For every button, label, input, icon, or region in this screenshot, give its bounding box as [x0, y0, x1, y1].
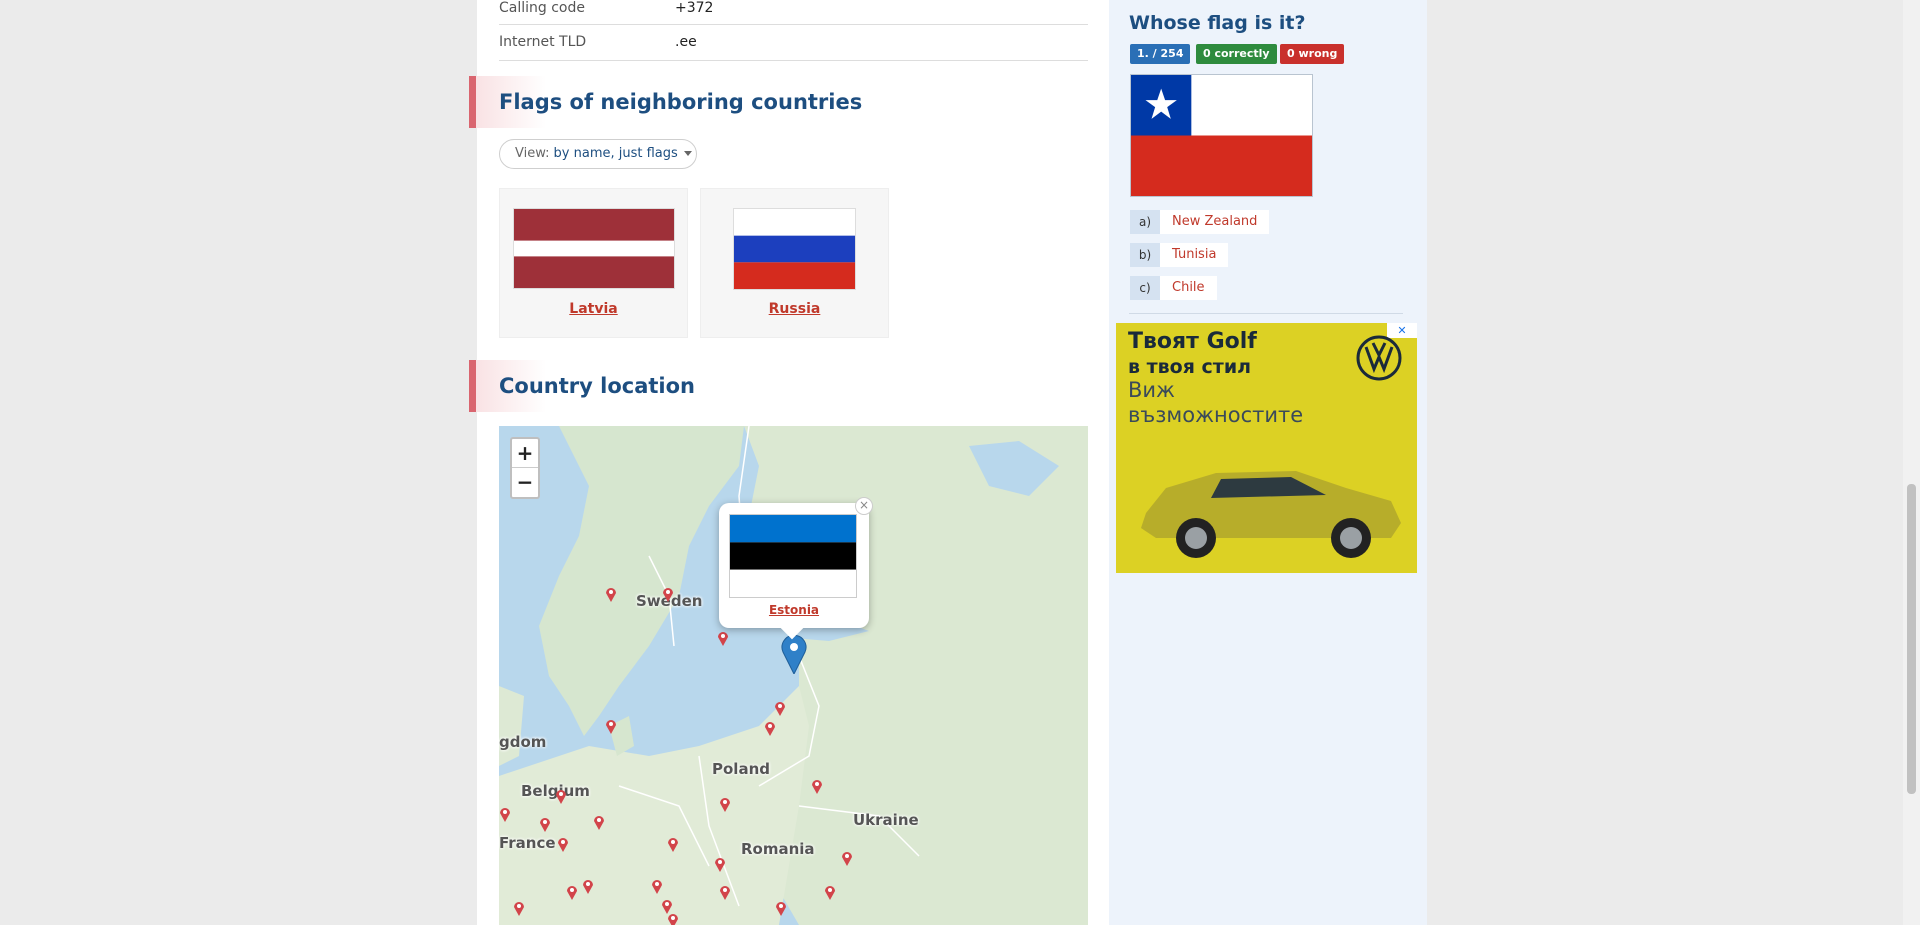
map-pin-icon[interactable] [582, 878, 594, 894]
answer-text[interactable]: Chile [1160, 276, 1217, 300]
zoom-out-button[interactable]: − [512, 468, 538, 497]
map-pin-icon[interactable] [667, 836, 679, 852]
map-label-france: France [499, 834, 556, 852]
map-pin-icon[interactable] [764, 720, 776, 736]
popup-country-link[interactable]: Estonia [719, 603, 869, 617]
zoom-in-button[interactable]: + [512, 439, 538, 468]
ad-cta-line2: възможностите [1128, 403, 1304, 427]
scrollbar-thumb[interactable] [1907, 484, 1916, 794]
neighbor-link[interactable]: Latvia [500, 301, 687, 317]
info-row-internet-tld: Internet TLD .ee [499, 25, 1088, 61]
map-pin-icon[interactable] [811, 778, 823, 794]
section-heading-location: Country location [469, 360, 849, 412]
caret-down-icon [683, 151, 692, 156]
answer-letter: c) [1130, 276, 1160, 300]
advertisement[interactable]: Твоят Golf в твоя стил Виж възможностите… [1116, 323, 1417, 573]
quiz-progress-badge: 1. / 254 [1130, 44, 1191, 64]
zoom-control: + − [510, 437, 540, 499]
map-pin-icon[interactable] [714, 856, 726, 872]
map-pin-icon[interactable] [651, 878, 663, 894]
info-value: +372 [675, 0, 714, 16]
scrollbar[interactable] [1903, 0, 1920, 925]
map-label-kingdom: gdom [499, 733, 547, 751]
map-pin-icon[interactable] [667, 912, 679, 925]
section-accent-bar [469, 360, 476, 412]
map-pin-icon[interactable] [499, 806, 511, 822]
sidebar-divider [1129, 313, 1403, 314]
map-pin-icon[interactable] [719, 884, 731, 900]
selected-location-pin-icon[interactable] [781, 634, 807, 674]
map-pin-icon[interactable] [719, 796, 731, 812]
map-label-romania: Romania [741, 840, 815, 858]
map-pin-icon[interactable] [539, 816, 551, 832]
map-label-poland: Poland [712, 760, 770, 778]
vw-logo-icon [1356, 335, 1402, 381]
latvia-flag-icon [513, 208, 675, 289]
answer-text[interactable]: New Zealand [1160, 210, 1270, 234]
map-pin-icon[interactable] [605, 586, 617, 602]
map-pin-icon[interactable] [662, 586, 674, 602]
estonia-flag-icon [729, 514, 857, 598]
quiz-correct-badge: 0 correctly [1196, 44, 1277, 64]
section-title: Flags of neighboring countries [499, 90, 863, 114]
map-pin-icon[interactable] [555, 788, 567, 804]
map-pin-icon[interactable] [775, 900, 787, 916]
quiz-wrong-badge: 0 wrong [1280, 44, 1345, 64]
map-pin-icon[interactable] [717, 630, 729, 646]
quiz-title: Whose flag is it? [1129, 12, 1306, 34]
ad-cta-line1: Виж [1128, 378, 1175, 402]
answer-letter: b) [1130, 243, 1160, 267]
map-pin-icon[interactable] [824, 884, 836, 900]
view-dropdown[interactable]: View: by name, just flags [499, 139, 697, 169]
map-pin-icon[interactable] [774, 700, 786, 716]
map-popup: × Estonia [719, 497, 873, 640]
russia-flag-icon [733, 208, 856, 290]
neighbor-card-russia[interactable]: Russia [700, 188, 889, 338]
section-title: Country location [499, 374, 695, 398]
answer-letter: a) [1130, 210, 1160, 234]
section-heading-neighbors: Flags of neighboring countries [469, 76, 862, 128]
neighbor-card-latvia[interactable]: Latvia [499, 188, 688, 338]
info-key: Calling code [499, 0, 585, 16]
map-pin-icon[interactable] [513, 900, 525, 916]
page: Calling code +372 Internet TLD .ee Flags… [0, 0, 1920, 925]
map-label-ukraine: Ukraine [853, 811, 919, 829]
car-image [1141, 471, 1401, 558]
ad-subheadline: в твоя стил [1128, 356, 1252, 378]
info-value: .ee [675, 34, 697, 50]
map-pin-icon[interactable] [593, 814, 605, 830]
ad-headline: Твоят Golf [1128, 329, 1257, 354]
neighbor-link[interactable]: Russia [701, 301, 888, 317]
map-pin-icon[interactable] [557, 836, 569, 852]
view-selected: by name, just flags [553, 146, 678, 161]
map-pin-icon[interactable] [841, 850, 853, 866]
view-label: View: [515, 146, 550, 161]
country-map[interactable]: + − Sweden gdom Poland Belgium Ukraine F… [499, 426, 1088, 925]
map-pin-icon[interactable] [605, 718, 617, 734]
info-row-calling-code: Calling code +372 [499, 0, 1088, 25]
info-key: Internet TLD [499, 34, 587, 50]
chile-flag-icon [1130, 74, 1313, 197]
section-accent-bar [469, 76, 476, 128]
close-icon[interactable]: × [855, 497, 873, 515]
map-pin-icon[interactable] [566, 884, 578, 900]
answer-text[interactable]: Tunisia [1160, 243, 1229, 267]
